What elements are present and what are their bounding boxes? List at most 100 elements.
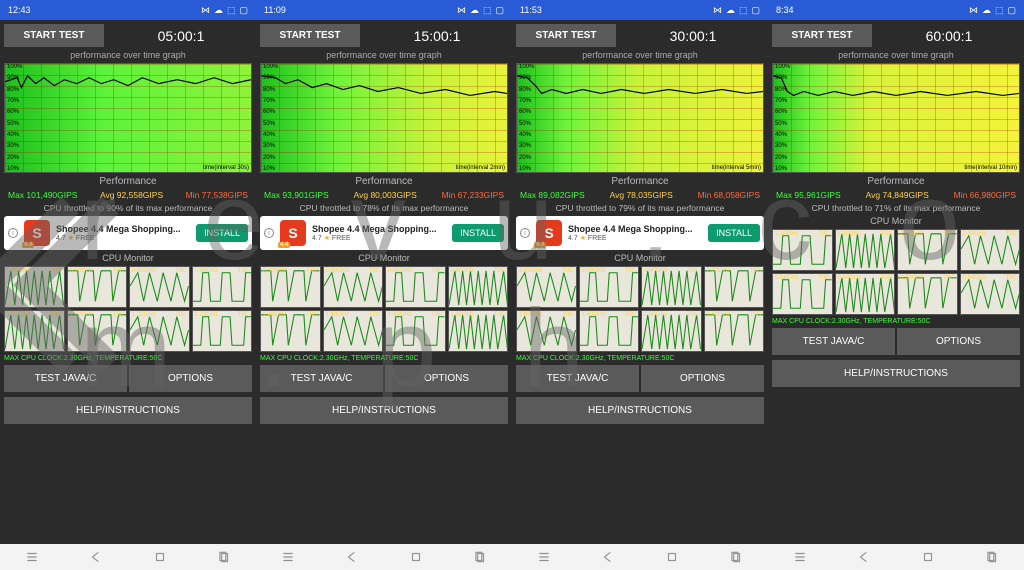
cpu-core-chart: 0.90GHz T0C bbox=[448, 266, 509, 308]
core-temp: T0C bbox=[494, 312, 505, 318]
clock: 8:34 bbox=[776, 5, 794, 15]
core-freq: 0.54GHz bbox=[838, 275, 862, 281]
perf-avg: Avg 80,003GIPS bbox=[354, 190, 417, 200]
menu-icon[interactable] bbox=[281, 550, 295, 564]
cpu-core-chart: 0.54GHz T0C bbox=[835, 273, 896, 315]
ad-info-icon[interactable]: i bbox=[520, 228, 530, 238]
clock: 11:09 bbox=[264, 5, 286, 15]
throttle-text: CPU throttled to 79% of its max performa… bbox=[516, 203, 764, 213]
ad-banner[interactable]: i 4.4 Shopee 4.4 Mega Shopping... 4.7 ★ … bbox=[4, 216, 252, 250]
core-freq: 1.49GHz bbox=[326, 312, 350, 318]
home-icon[interactable] bbox=[921, 550, 935, 564]
ad-install-button[interactable]: INSTALL bbox=[452, 224, 504, 242]
core-freq: 1.22GHz bbox=[70, 312, 94, 318]
android-navbar bbox=[768, 544, 1024, 570]
ad-banner[interactable]: i 4.4 Shopee 4.4 Mega Shopping... 4.7 ★ … bbox=[260, 216, 508, 250]
test-javac-button[interactable]: TEST JAVA/C bbox=[772, 328, 895, 355]
start-test-button[interactable]: START TEST bbox=[772, 24, 872, 47]
core-freq: 0.90GHz bbox=[132, 268, 156, 274]
ad-install-button[interactable]: INSTALL bbox=[196, 224, 248, 242]
core-temp: T0C bbox=[750, 312, 761, 318]
help-button[interactable]: HELP/INSTRUCTIONS bbox=[516, 397, 764, 424]
menu-icon[interactable] bbox=[793, 550, 807, 564]
options-button[interactable]: OPTIONS bbox=[641, 365, 764, 392]
start-test-button[interactable]: START TEST bbox=[260, 24, 360, 47]
help-button[interactable]: HELP/INSTRUCTIONS bbox=[260, 397, 508, 424]
phone-panel: 12:43 ⋈ ☁ ⬚ ▢ START TEST 05:00:1performa… bbox=[0, 0, 256, 570]
cpu-core-chart: 0.90GHz T0C bbox=[67, 266, 128, 308]
core-temp: T0C bbox=[562, 312, 573, 318]
ad-title: Shopee 4.4 Mega Shopping... bbox=[56, 224, 190, 234]
core-freq: 0.90GHz bbox=[388, 268, 412, 274]
cloud-icon: ☁ bbox=[214, 5, 223, 16]
help-button[interactable]: HELP/INSTRUCTIONS bbox=[4, 397, 252, 424]
phone-panel: 8:34 ⋈ ☁ ⬚ ▢ START TEST 60:00:1performan… bbox=[768, 0, 1024, 570]
battery-icon: ▢ bbox=[1007, 5, 1016, 16]
test-javac-button[interactable]: TEST JAVA/C bbox=[4, 365, 127, 392]
cpu-core-chart: 1.80GHz T0C bbox=[579, 310, 640, 352]
cpu-core-chart: 1.22GHz T0C bbox=[192, 310, 253, 352]
performance-graph: 100%90%80%70%60%50%40%30%20%10% time(int… bbox=[516, 63, 764, 173]
test-javac-button[interactable]: TEST JAVA/C bbox=[516, 365, 639, 392]
perf-avg: Avg 78,035GIPS bbox=[610, 190, 673, 200]
perf-min: Min 68,058GIPS bbox=[698, 190, 760, 200]
ad-rating: 4.7 ★ FREE bbox=[568, 234, 702, 242]
ad-banner[interactable]: i 4.4 Shopee 4.4 Mega Shopping... 4.7 ★ … bbox=[516, 216, 764, 250]
core-freq: 1.22GHz bbox=[132, 312, 156, 318]
screen-rec-icon: ⬚ bbox=[995, 5, 1004, 16]
core-temp: T0C bbox=[687, 312, 698, 318]
start-test-button[interactable]: START TEST bbox=[4, 24, 104, 47]
core-temp: T0C bbox=[113, 312, 124, 318]
core-temp: T0C bbox=[625, 312, 636, 318]
cpu-core-chart: 0.90GHz T0C bbox=[323, 266, 384, 308]
recent-icon[interactable] bbox=[985, 550, 999, 564]
max-cpu-text: MAX CPU CLOCK:2.30GHz, TEMPERATURE:50C bbox=[4, 355, 252, 362]
core-temp: T0C bbox=[50, 268, 61, 274]
performance-values: Max 95,961GIPS Avg 74,849GIPS Min 66,980… bbox=[772, 190, 1020, 200]
recent-icon[interactable] bbox=[217, 550, 231, 564]
cpu-core-chart: 0.54GHz T0C bbox=[772, 273, 833, 315]
menu-icon[interactable] bbox=[25, 550, 39, 564]
ad-app-icon: 4.4 bbox=[24, 220, 50, 246]
cpu-monitor-title: CPU Monitor bbox=[772, 216, 1020, 226]
ad-info-icon[interactable]: i bbox=[8, 228, 18, 238]
help-button[interactable]: HELP/INSTRUCTIONS bbox=[772, 360, 1020, 387]
cpu-core-chart: 2.00GHz T0C bbox=[641, 266, 702, 308]
menu-icon[interactable] bbox=[537, 550, 551, 564]
core-freq: 0.90GHz bbox=[326, 268, 350, 274]
performance-title: Performance bbox=[4, 176, 252, 187]
core-temp: T0C bbox=[1006, 275, 1017, 281]
ad-app-icon: 4.4 bbox=[280, 220, 306, 246]
back-icon[interactable] bbox=[601, 550, 615, 564]
back-icon[interactable] bbox=[857, 550, 871, 564]
start-test-button[interactable]: START TEST bbox=[516, 24, 616, 47]
screen-rec-icon: ⬚ bbox=[483, 5, 492, 16]
back-icon[interactable] bbox=[89, 550, 103, 564]
ad-info-icon[interactable]: i bbox=[264, 228, 274, 238]
options-button[interactable]: OPTIONS bbox=[129, 365, 252, 392]
clock: 12:43 bbox=[8, 5, 31, 15]
core-temp: T0C bbox=[238, 268, 249, 274]
core-freq: 0.90GHz bbox=[451, 268, 475, 274]
options-button[interactable]: OPTIONS bbox=[897, 328, 1020, 355]
core-temp: T0C bbox=[818, 275, 829, 281]
core-temp: T0C bbox=[943, 231, 954, 237]
cpu-core-chart: 2.00GHz T0C bbox=[516, 266, 577, 308]
perf-max: Max 93,901GIPS bbox=[264, 190, 329, 200]
recent-icon[interactable] bbox=[473, 550, 487, 564]
throttle-text: CPU throttled to 71% of its max performa… bbox=[772, 203, 1020, 213]
recent-icon[interactable] bbox=[729, 550, 743, 564]
home-icon[interactable] bbox=[409, 550, 423, 564]
ad-title: Shopee 4.4 Mega Shopping... bbox=[568, 224, 702, 234]
core-freq: 2.30GHz bbox=[900, 231, 924, 237]
performance-title: Performance bbox=[260, 176, 508, 187]
ad-install-button[interactable]: INSTALL bbox=[708, 224, 760, 242]
back-icon[interactable] bbox=[345, 550, 359, 564]
cpu-core-chart: 1.49GHz T0C bbox=[385, 310, 446, 352]
home-icon[interactable] bbox=[665, 550, 679, 564]
test-javac-button[interactable]: TEST JAVA/C bbox=[260, 365, 383, 392]
home-icon[interactable] bbox=[153, 550, 167, 564]
throttle-text: CPU throttled to 90% of its max performa… bbox=[4, 203, 252, 213]
options-button[interactable]: OPTIONS bbox=[385, 365, 508, 392]
timer: 05:00:1 bbox=[110, 28, 252, 44]
